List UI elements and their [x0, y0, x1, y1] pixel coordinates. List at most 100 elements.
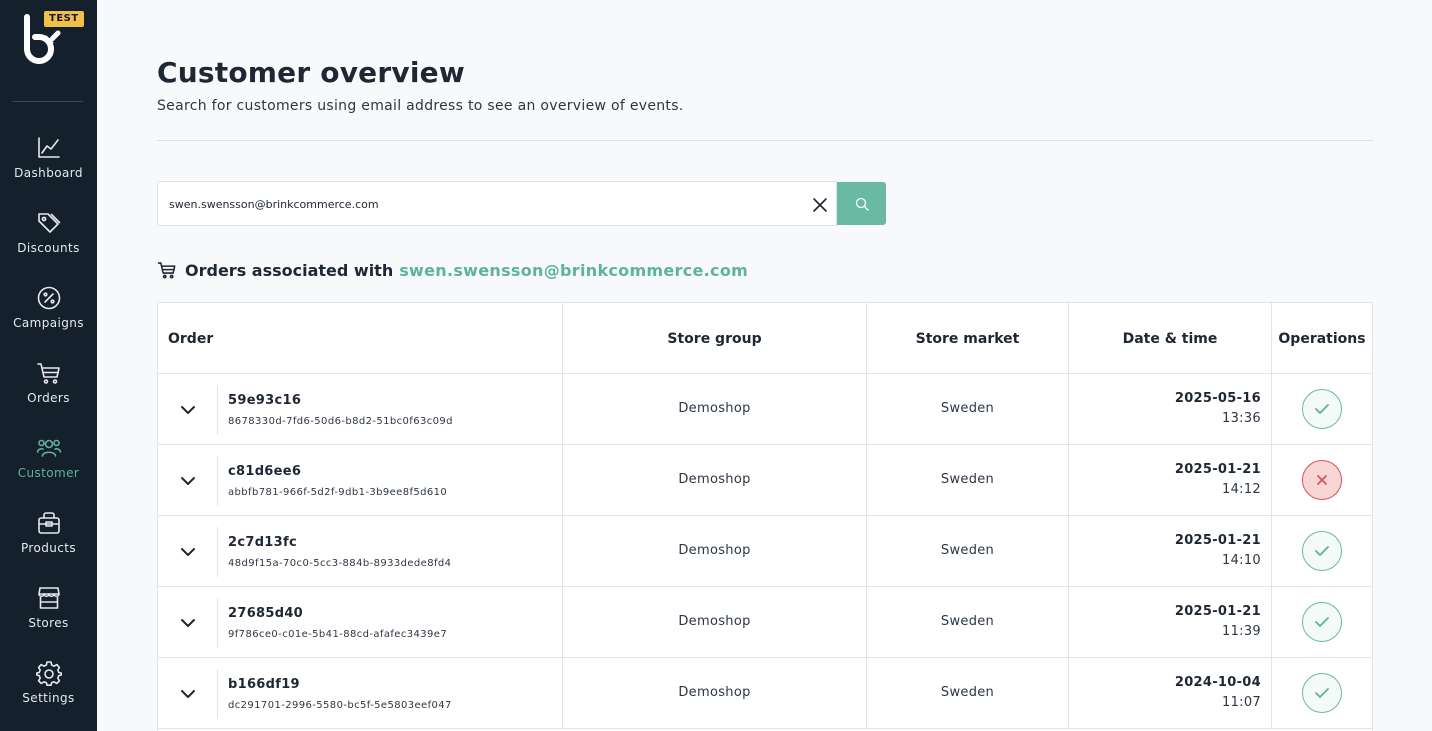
test-badge: TEST [44, 11, 84, 27]
store-group-cell: Demoshop [563, 658, 867, 728]
date-time-cell: 2025-01-21 14:10 [1069, 516, 1272, 586]
header-divider [157, 140, 1373, 141]
nav-item-stores[interactable]: Stores [0, 585, 97, 647]
expand-row-button[interactable] [177, 541, 199, 563]
nav-label: Customer [17, 466, 80, 480]
nav-label: Products [20, 541, 76, 555]
store-market: Sweden [940, 685, 995, 700]
expand-row-button[interactable] [177, 612, 199, 634]
nav-item-customer[interactable]: Customer [0, 435, 97, 497]
order-separator [217, 598, 218, 648]
order-date: 2025-01-21 [1174, 533, 1261, 548]
order-time: 14:10 [1222, 553, 1261, 568]
store-market-cell: Sweden [867, 374, 1069, 444]
chevron-down-icon [181, 690, 195, 698]
order-time: 11:07 [1222, 695, 1261, 710]
date-time-cell: 2025-01-21 14:12 [1069, 445, 1272, 515]
date-time-cell: 2024-10-04 11:07 [1069, 658, 1272, 728]
order-cell: 27685d40 9f786ce0-c01e-5b41-88cd-afafec3… [158, 587, 563, 657]
status-success-button[interactable] [1302, 389, 1342, 429]
column-header-operations: Operations [1278, 330, 1366, 347]
date-time-cell: 2025-05-16 13:36 [1069, 374, 1272, 444]
store-market: Sweden [940, 472, 995, 487]
search-input[interactable] [169, 194, 789, 214]
store-group: Demoshop [678, 685, 751, 700]
search-icon [855, 197, 869, 211]
operations-cell [1272, 516, 1372, 586]
orders-heading-label: Orders associated with [185, 260, 394, 280]
operations-cell [1272, 374, 1372, 444]
order-cell: c81d6ee6 abbfb781-966f-5d2f-9db1-3b9ee8f… [158, 445, 563, 515]
page-title: Customer overview [157, 56, 465, 89]
expand-row-button[interactable] [177, 683, 199, 705]
nav-item-discounts[interactable]: Discounts [0, 210, 97, 272]
order-id[interactable]: 59e93c16 [228, 393, 301, 408]
order-reference: 48d9f15a-70c0-5cc3-884b-8933dede8fd4 [228, 558, 452, 569]
operations-cell [1272, 658, 1372, 728]
chevron-down-icon [181, 548, 195, 556]
order-date: 2025-01-21 [1174, 604, 1261, 619]
order-reference: 8678330d-7fd6-50d6-b8d2-51bc0f63c09d [228, 416, 453, 427]
nav-item-campaigns[interactable]: Campaigns [0, 285, 97, 347]
store-market: Sweden [940, 614, 995, 629]
expand-row-button[interactable] [177, 470, 199, 492]
order-cell: b166df19 dc291701-2996-5580-bc5f-5e5803e… [158, 658, 563, 728]
nav-label: Stores [28, 616, 69, 630]
nav-item-orders[interactable]: Orders [0, 360, 97, 422]
order-cell: 59e93c16 8678330d-7fd6-50d6-b8d2-51bc0f6… [158, 374, 563, 444]
order-date: 2025-01-21 [1174, 462, 1261, 477]
order-time: 13:36 [1222, 411, 1261, 426]
store-group-cell: Demoshop [563, 516, 867, 586]
percent-badge-icon [37, 286, 60, 310]
chevron-down-icon [181, 619, 195, 627]
clear-search-button[interactable] [809, 194, 831, 216]
order-id[interactable]: c81d6ee6 [228, 464, 301, 479]
order-id[interactable]: b166df19 [228, 677, 300, 692]
order-id[interactable]: 2c7d13fc [228, 535, 297, 550]
status-failed-button[interactable] [1302, 460, 1342, 500]
column-header-order: Order [158, 303, 563, 374]
status-success-button[interactable] [1302, 673, 1342, 713]
nav-label: Campaigns [13, 316, 84, 330]
operations-cell [1272, 587, 1372, 657]
table-row: b166df19 dc291701-2996-5580-bc5f-5e5803e… [158, 658, 1372, 729]
store-market: Sweden [940, 401, 995, 416]
orders-heading: Orders associated with swen.swensson@bri… [157, 258, 748, 282]
nav-item-settings[interactable]: Settings [0, 660, 97, 722]
cart-icon [157, 262, 176, 279]
store-group: Demoshop [678, 401, 751, 416]
expand-row-button[interactable] [177, 399, 199, 421]
status-success-button[interactable] [1302, 602, 1342, 642]
table-row: 27685d40 9f786ce0-c01e-5b41-88cd-afafec3… [158, 587, 1372, 658]
check-icon [1315, 404, 1329, 414]
store-market-cell: Sweden [867, 587, 1069, 657]
order-id[interactable]: 27685d40 [228, 606, 303, 621]
store-market-cell: Sweden [867, 658, 1069, 728]
chart-line-icon [37, 137, 60, 158]
tags-icon [37, 213, 61, 233]
store-market-cell: Sweden [867, 516, 1069, 586]
table-row: 2c7d13fc 48d9f15a-70c0-5cc3-884b-8933ded… [158, 516, 1372, 587]
store-group: Demoshop [678, 472, 751, 487]
nav-label: Discounts [17, 241, 80, 255]
order-reference: 9f786ce0-c01e-5b41-88cd-afafec3439e7 [228, 629, 448, 640]
nav-item-products[interactable]: Products [0, 510, 97, 572]
store-group-cell: Demoshop [563, 445, 867, 515]
search-button[interactable] [837, 182, 886, 225]
operations-cell [1272, 445, 1372, 515]
store-group-cell: Demoshop [563, 374, 867, 444]
close-icon [1317, 475, 1327, 485]
nav-item-dashboard[interactable]: Dashboard [0, 135, 97, 197]
status-success-button[interactable] [1302, 531, 1342, 571]
cart-icon [36, 363, 60, 384]
nav-label: Orders [27, 391, 70, 405]
store-group-cell: Demoshop [563, 587, 867, 657]
order-separator [217, 527, 218, 577]
store-market-cell: Sweden [867, 445, 1069, 515]
date-time-cell: 2025-01-21 11:39 [1069, 587, 1272, 657]
order-reference: dc291701-2996-5580-bc5f-5e5803eef047 [228, 700, 452, 711]
gear-icon [35, 661, 62, 686]
customer-email-link[interactable]: swen.swensson@brinkcommerce.com [399, 261, 748, 280]
order-cell: 2c7d13fc 48d9f15a-70c0-5cc3-884b-8933ded… [158, 516, 563, 586]
store-group: Demoshop [678, 543, 751, 558]
